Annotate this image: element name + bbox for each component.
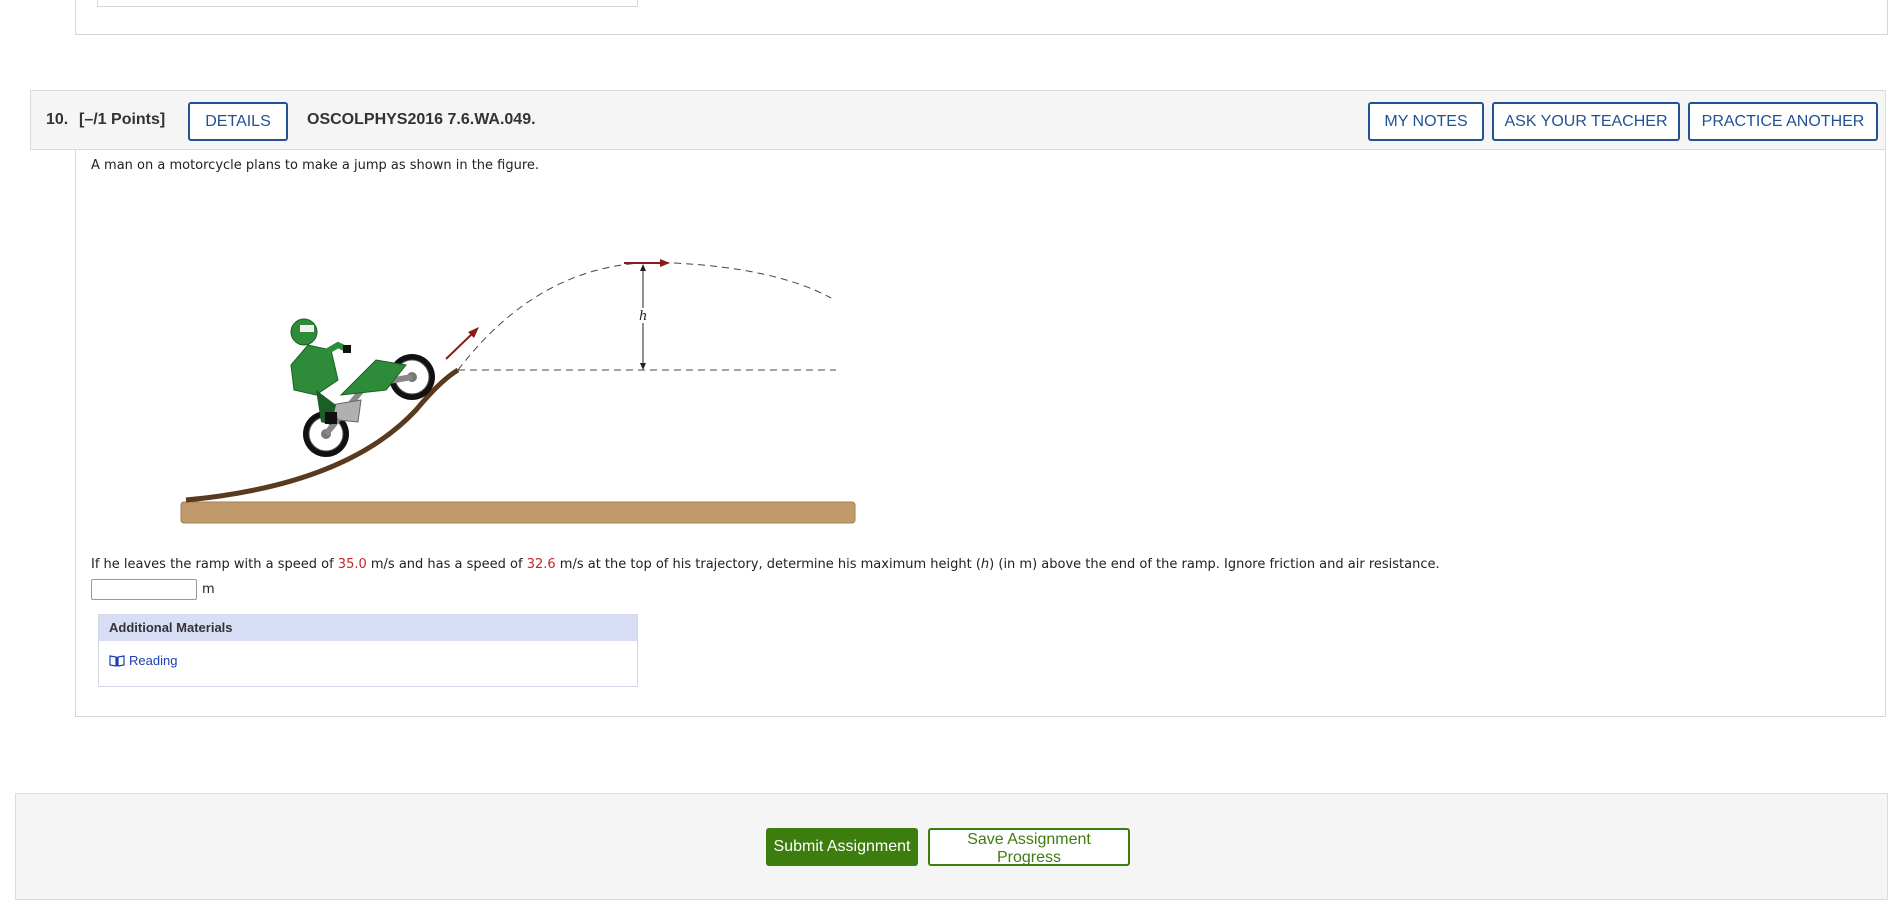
question-points: [–/1 Points]: [79, 111, 166, 128]
book-icon: [109, 654, 125, 667]
h-variable: h: [980, 557, 990, 572]
motorcycle-rider-illustration: [290, 318, 435, 457]
question-header: 10. [–/1 Points] DETAILS OSCOLPHYS2016 7…: [30, 90, 1886, 150]
my-notes-button[interactable]: MY NOTES: [1368, 102, 1484, 141]
ask-teacher-button[interactable]: ASK YOUR TEACHER: [1492, 102, 1680, 141]
question-prompt: If he leaves the ramp with a speed of 35…: [91, 557, 1440, 572]
ground-bar: [180, 501, 856, 524]
additional-materials-heading: Additional Materials: [99, 615, 637, 641]
answer-unit: m: [202, 582, 215, 597]
motorcycle-jump-figure: h: [180, 259, 856, 524]
reading-link[interactable]: Reading: [109, 653, 177, 668]
additional-materials-box: Additional Materials Reading: [98, 614, 638, 687]
submit-assignment-button[interactable]: Submit Assignment: [766, 828, 918, 866]
assignment-footer: Submit Assignment Save Assignment Progre…: [15, 793, 1888, 900]
top-arrow-head: [660, 259, 670, 267]
previous-materials-box: [97, 0, 638, 7]
height-arrow-top: [640, 264, 646, 271]
top-speed-value: 32.6: [526, 557, 556, 572]
answer-input[interactable]: [91, 579, 197, 600]
height-label: h: [639, 309, 647, 324]
question-number: 10.: [46, 111, 69, 128]
height-arrow-bottom: [640, 363, 646, 370]
practice-another-button[interactable]: PRACTICE ANOTHER: [1688, 102, 1878, 141]
details-button[interactable]: DETAILS: [188, 102, 288, 141]
save-progress-button[interactable]: Save Assignment Progress: [928, 828, 1130, 866]
initial-speed-value: 35.0: [337, 557, 367, 572]
previous-question-panel: [75, 0, 1888, 35]
reading-link-label[interactable]: Reading: [129, 653, 177, 668]
question-code: OSCOLPHYS2016 7.6.WA.049.: [307, 111, 536, 128]
question-body: A man on a motorcycle plans to make a ju…: [75, 150, 1886, 717]
